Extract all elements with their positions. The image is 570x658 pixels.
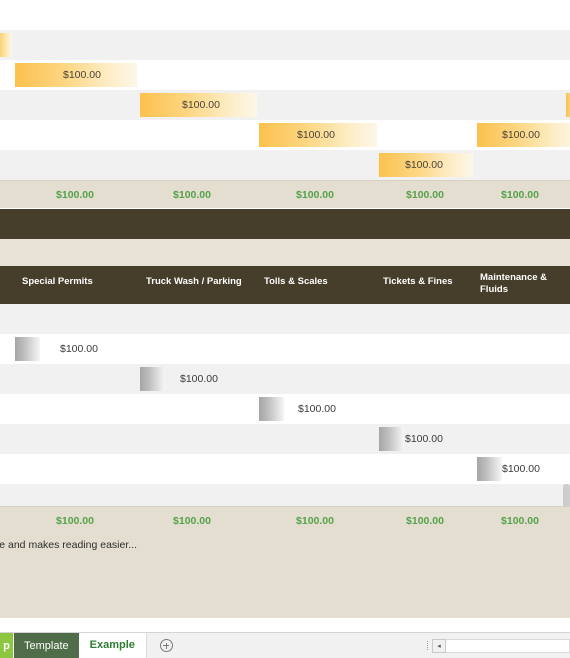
total-cell: $100.00 [173, 189, 211, 201]
table-row[interactable] [0, 304, 570, 334]
total-cell: $100.00 [296, 515, 334, 527]
footer-panel [0, 556, 570, 618]
column-header-maintenance-fluids[interactable]: Maintenance & Fluids [480, 266, 552, 296]
sheet-tab-setup[interactable]: p [0, 633, 14, 658]
column-header-tolls-scales[interactable]: Tolls & Scales [264, 266, 369, 288]
table-row[interactable]: $100.00 [0, 454, 570, 484]
spacer-band [0, 239, 570, 266]
total-cell: $100.00 [501, 515, 539, 527]
spreadsheet-window: $100.00 $100.00 $100.00 $100.00 $100.00 … [0, 0, 570, 658]
column-header-special-permits[interactable]: Special Permits [22, 266, 132, 288]
sheet-tab-label: p [3, 639, 10, 652]
column-header-truck-wash-parking[interactable]: Truck Wash / Parking [146, 266, 266, 288]
sheet-tab-bar: p Template Example ◂ [0, 632, 570, 658]
totals-row-lower: $100.00 $100.00 $100.00 $100.00 $100.00 [0, 506, 570, 534]
scroll-left-icon[interactable]: ◂ [432, 638, 446, 653]
value-bar-partial [566, 93, 570, 117]
table-row[interactable]: $100.00 [0, 334, 570, 364]
cell-value: $100.00 [502, 129, 540, 141]
note-row[interactable]: ce and makes reading easier... [0, 534, 570, 556]
table-row[interactable]: $100.00 $100.00 [0, 120, 570, 150]
total-cell: $100.00 [406, 515, 444, 527]
sheet-tab-example[interactable]: Example [79, 633, 146, 658]
tabbar-spacer [185, 633, 422, 658]
total-cell: $100.00 [296, 189, 334, 201]
plus-circle-icon [159, 639, 173, 652]
cell-value: $100.00 [405, 433, 443, 445]
section-divider-band [0, 209, 570, 239]
table-row[interactable]: $100.00 [0, 424, 570, 454]
column-header-row: Special Permits Truck Wash / Parking Tol… [0, 266, 570, 304]
cell-value: $100.00 [297, 129, 335, 141]
total-cell: $100.00 [406, 189, 444, 201]
cell-value: $100.00 [63, 69, 101, 81]
cell-value: $100.00 [405, 159, 443, 171]
table-row[interactable] [0, 30, 570, 60]
table-row[interactable]: $100.00 [0, 364, 570, 394]
value-bar [259, 397, 284, 421]
value-bar [0, 33, 12, 57]
table-row[interactable]: $100.00 [0, 90, 570, 120]
sheet-tab-label: Template [24, 639, 69, 652]
total-cell: $100.00 [501, 189, 539, 201]
total-cell: $100.00 [173, 515, 211, 527]
cell-value: $100.00 [182, 99, 220, 111]
value-bar [379, 427, 404, 451]
horizontal-scroll-track[interactable] [446, 638, 570, 653]
cell-value: $100.00 [298, 403, 336, 415]
sheet-tab-label: Example [89, 638, 135, 651]
total-cell: $100.00 [56, 515, 94, 527]
table-row[interactable] [0, 0, 570, 30]
totals-row-upper: $100.00 $100.00 $100.00 $100.00 $100.00 [0, 180, 570, 208]
table-row[interactable]: $100.00 [0, 394, 570, 424]
footer-white-gap [0, 618, 570, 632]
value-bar [477, 457, 502, 481]
value-bar [15, 337, 40, 361]
value-bar [140, 367, 165, 391]
add-sheet-button[interactable] [145, 633, 186, 658]
tabbar-split-grip[interactable] [422, 633, 432, 658]
column-header-tickets-fines[interactable]: Tickets & Fines [383, 266, 483, 288]
table-row[interactable]: $100.00 [0, 60, 570, 90]
table-row[interactable]: $100.00 [0, 150, 570, 180]
cell-value: $100.00 [180, 373, 218, 385]
vertical-scrollbar-thumb[interactable] [563, 484, 570, 508]
sheet-tab-template[interactable]: Template [14, 633, 80, 658]
horizontal-scrollbar[interactable]: ◂ [432, 633, 570, 658]
total-cell: $100.00 [56, 189, 94, 201]
cell-value: $100.00 [60, 343, 98, 355]
note-text: ce and makes reading easier... [0, 539, 138, 551]
cell-value: $100.00 [502, 463, 540, 475]
